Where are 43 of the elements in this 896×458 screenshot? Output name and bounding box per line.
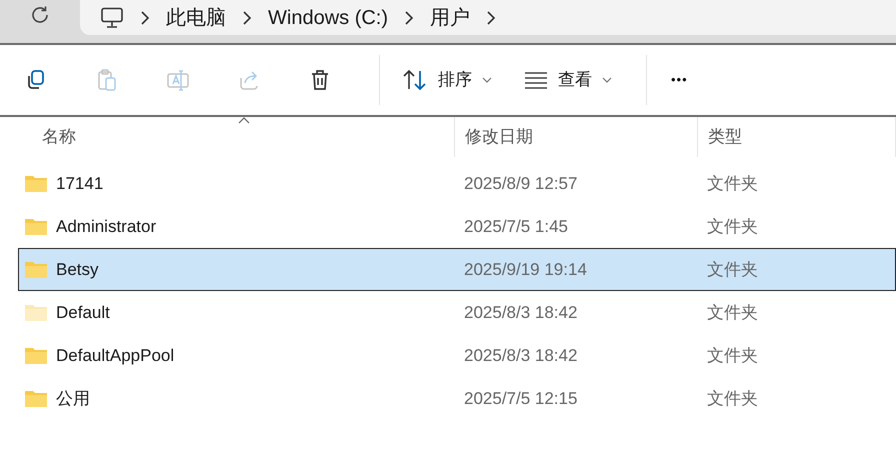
- file-name: DefaultAppPool: [56, 344, 174, 367]
- file-type: 文件夹: [707, 302, 758, 324]
- file-row[interactable]: Betsy 2025/9/19 19:14 文件夹: [18, 248, 896, 291]
- file-type: 文件夹: [707, 388, 758, 410]
- file-type: 文件夹: [707, 172, 758, 195]
- file-name: 17141: [56, 172, 104, 195]
- file-row[interactable]: Administrator 2025/7/5 1:45 文件夹: [18, 205, 896, 248]
- file-date: 2025/8/9 12:57: [464, 172, 578, 195]
- more-button[interactable]: •••: [659, 64, 700, 96]
- file-row[interactable]: DefaultAppPool 2025/8/3 18:42 文件夹: [18, 334, 896, 377]
- view-menu-button[interactable]: 查看: [514, 61, 622, 99]
- caret-icon: [602, 77, 612, 83]
- column-header[interactable]: 修改日期: [465, 124, 533, 150]
- file-row[interactable]: 17141 2025/8/9 12:57 文件夹: [18, 162, 896, 205]
- column-header[interactable]: 类型: [708, 124, 742, 150]
- file-row[interactable]: Default 2025/8/3 18:42 文件夹: [18, 291, 896, 334]
- file-name: Betsy: [56, 258, 99, 281]
- list-icon: [524, 71, 548, 89]
- refresh-icon[interactable]: [29, 4, 51, 26]
- column-header[interactable]: 名称: [42, 124, 76, 150]
- caret-icon: [482, 77, 492, 83]
- chevron-icon[interactable]: [486, 10, 496, 24]
- file-date: 2025/8/3 18:42: [464, 302, 578, 324]
- chevron-icon[interactable]: [404, 10, 414, 24]
- breadcrumb-item[interactable]: Windows (C:): [268, 2, 388, 32]
- breadcrumb-item[interactable]: 此电脑: [166, 2, 226, 32]
- chevron-icon[interactable]: [242, 10, 252, 24]
- file-type: 文件夹: [707, 344, 758, 367]
- file-name: Default: [56, 302, 110, 324]
- breadcrumb-item[interactable]: 用户: [430, 2, 470, 32]
- computer-icon[interactable]: [100, 6, 124, 28]
- file-date: 2025/7/5 12:15: [464, 388, 578, 410]
- file-name: 公用: [56, 388, 90, 410]
- file-date: 2025/7/5 1:45: [464, 216, 568, 238]
- chevron-icon[interactable]: [140, 10, 150, 24]
- file-date: 2025/9/19 19:14: [464, 258, 587, 281]
- sort-menu-button[interactable]: 排序: [392, 61, 502, 99]
- file-date: 2025/8/3 18:42: [464, 344, 578, 367]
- file-type: 文件夹: [707, 216, 758, 238]
- file-row[interactable]: 公用 2025/7/5 12:15 文件夹: [18, 377, 896, 420]
- file-name: Administrator: [56, 216, 156, 238]
- sort-icon: [402, 69, 428, 91]
- file-type: 文件夹: [707, 258, 758, 281]
